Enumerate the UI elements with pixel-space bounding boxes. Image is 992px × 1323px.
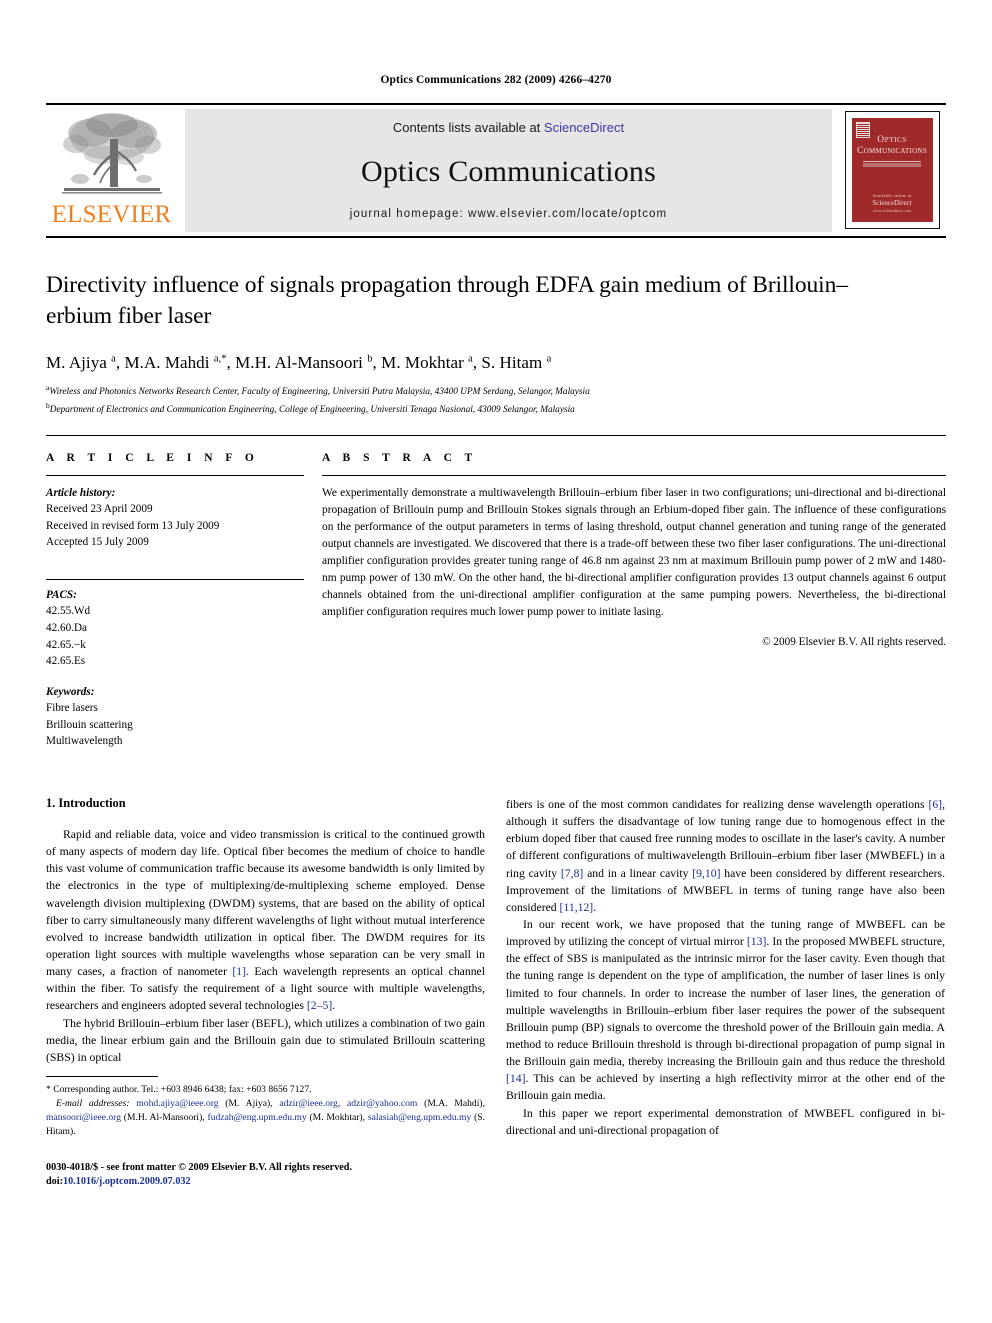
imprint-block: 0030-4018/$ - see front matter © 2009 El… <box>46 1161 485 1191</box>
history-item: Received 23 April 2009 <box>46 503 153 516</box>
section-title-introduction: 1. Introduction <box>46 796 126 811</box>
elsevier-wordmark: ELSEVIER <box>51 201 172 228</box>
affiliation-b-text: Department of Electronics and Communicat… <box>49 405 575 416</box>
email-link[interactable]: adzir@ieee.org <box>279 1098 337 1109</box>
keywords-block: Keywords: Fibre lasers Brillouin scatter… <box>46 684 304 750</box>
journal-cover-thumbnail: Optics Communications Available online a… <box>838 105 946 236</box>
affiliation-a-text: Wireless and Photonics Networks Research… <box>49 386 590 397</box>
article-title: Directivity influence of signals propaga… <box>46 272 848 330</box>
abstract-rule <box>322 474 946 476</box>
footnote-rule <box>46 1075 158 1077</box>
body-column-right: fibers is one of the most common candida… <box>506 796 945 1190</box>
cover-title-line1: Optics <box>877 134 907 145</box>
affiliation-b: bDepartment of Electronics and Communica… <box>46 400 946 418</box>
masthead-bottom-rule <box>46 236 946 238</box>
history-item: Accepted 15 July 2009 <box>46 536 149 549</box>
article-info-rule <box>46 474 304 476</box>
cover-elsevier-mark-icon <box>855 121 870 138</box>
cover-footer-line2: ScienceDirect <box>872 198 912 207</box>
article-first-page: Optics Communications 282 (2009) 4266–42… <box>0 0 992 1323</box>
citation-reference[interactable]: [1] <box>232 965 246 978</box>
keyword-item: Brillouin scattering <box>46 718 133 731</box>
corresponding-author-note: * Corresponding author. Tel.: +603 8946 … <box>46 1083 312 1095</box>
abstract-column: A B S T R A C T We experimentally demons… <box>304 452 946 751</box>
sciencedirect-link[interactable]: ScienceDirect <box>544 120 624 135</box>
keywords-spacer <box>46 670 304 684</box>
body-paragraph: fibers is one of the most common candida… <box>506 798 945 914</box>
pacs-item: 42.65.Es <box>46 655 86 668</box>
footnote-area: * Corresponding author. Tel.: +603 8946 … <box>46 1075 485 1191</box>
abstract-copyright: © 2009 Elsevier B.V. All rights reserved… <box>762 636 946 649</box>
citation-reference[interactable]: [7,8] <box>561 867 583 880</box>
contents-prefix: Contents lists available at <box>392 120 544 135</box>
keyword-item: Multiwavelength <box>46 735 123 748</box>
pacs-label: PACS: <box>46 588 77 601</box>
imprint-line: 0030-4018/$ - see front matter © 2009 El… <box>46 1161 353 1173</box>
article-history-block: Article history: Received 23 April 2009 … <box>46 485 304 551</box>
citation-reference[interactable]: [9,10] <box>692 867 720 880</box>
doi-value[interactable]: 10.1016/j.optcom.2009.07.032 <box>63 1176 191 1187</box>
body-paragraph: In our recent work, we have proposed tha… <box>506 918 945 1103</box>
cover-frame: Optics Communications Available online a… <box>844 110 940 229</box>
journal-title: Optics Communications <box>360 154 656 188</box>
body-column-left: 1. Introduction Rapid and reliable data,… <box>46 796 485 1190</box>
running-head: Optics Communications 282 (2009) 4266–42… <box>380 74 612 86</box>
citation-reference[interactable]: [2–5] <box>307 999 332 1012</box>
doi-line: doi:10.1016/j.optcom.2009.07.032 <box>46 1175 485 1190</box>
body-paragraph: The hybrid Brillouin–erbium fiber laser … <box>46 1016 485 1064</box>
citation-reference[interactable]: [11,12] <box>560 901 594 914</box>
pacs-block: PACS: 42.55.Wd 42.60.Da 42.65.−k 42.65.E… <box>46 587 304 670</box>
journal-homepage-line[interactable]: journal homepage: www.elsevier.com/locat… <box>350 208 667 220</box>
affiliation-a: aWireless and Photonics Networks Researc… <box>46 382 946 400</box>
citation-reference[interactable]: [6] <box>928 798 942 811</box>
pacs-item: 42.65.−k <box>46 638 86 651</box>
body-paragraph: Rapid and reliable data, voice and video… <box>46 828 485 1013</box>
email-link[interactable]: adzir@yahoo.com <box>347 1098 417 1109</box>
pacs-rule <box>46 578 304 580</box>
author-list: M. Ajiya a, M.A. Mahdi a,*, M.H. Al-Mans… <box>46 352 552 372</box>
article-info-column: A R T I C L E I N F O Article history: R… <box>46 452 304 751</box>
abstract-text: We experimentally demonstrate a multiwav… <box>322 486 946 619</box>
title-zone: Directivity influence of signals propaga… <box>46 270 946 418</box>
citation-reference[interactable]: [14] <box>506 1072 525 1085</box>
body-paragraph: In this paper we report experimental dem… <box>506 1106 945 1137</box>
cover-footer: Available online at ScienceDirect www.sc… <box>852 193 933 213</box>
email-link[interactable]: mohd.ajiya@ieee.org <box>136 1098 218 1109</box>
email-link[interactable]: mansoori@ieee.org <box>46 1112 121 1123</box>
keyword-item: Fibre lasers <box>46 702 98 715</box>
email-link[interactable]: salasiah@eng.upm.edu.my <box>368 1112 471 1123</box>
article-info-heading: A R T I C L E I N F O <box>46 451 259 464</box>
pacs-item: 42.55.Wd <box>46 605 91 618</box>
abstract-heading: A B S T R A C T <box>322 451 478 464</box>
email-addresses-note: E-mail addresses: mohd.ajiya@ieee.org (M… <box>46 1097 485 1139</box>
contents-available-line: Contents lists available at ScienceDirec… <box>393 120 624 135</box>
body-columns: 1. Introduction Rapid and reliable data,… <box>46 796 946 1190</box>
history-item: Received in revised form 13 July 2009 <box>46 519 220 532</box>
citation-reference[interactable]: [13] <box>747 935 766 948</box>
info-abstract-band: A R T I C L E I N F O Article history: R… <box>46 434 946 751</box>
article-history-label: Article history: <box>46 486 116 499</box>
elsevier-tree-icon <box>61 113 162 194</box>
cover-art: Optics Communications Available online a… <box>849 115 935 224</box>
doi-label: doi: <box>46 1176 63 1188</box>
cover-footer-line1: Available online at <box>872 192 912 198</box>
pacs-item: 42.60.Da <box>46 621 88 634</box>
journal-masthead: ELSEVIER Contents lists available at Sci… <box>46 103 946 236</box>
email-label: E-mail addresses: <box>56 1097 130 1109</box>
journal-banner: Contents lists available at ScienceDirec… <box>185 109 832 232</box>
keywords-label: Keywords: <box>46 685 95 698</box>
cover-subtitle-lines <box>863 160 921 168</box>
cover-footer-line3: www.sciencedirect.com <box>872 207 912 213</box>
cover-title-line2: Communications <box>856 145 928 156</box>
elsevier-logo: ELSEVIER <box>46 105 177 236</box>
email-link[interactable]: fudzah@eng.upm.edu.my <box>208 1112 307 1123</box>
